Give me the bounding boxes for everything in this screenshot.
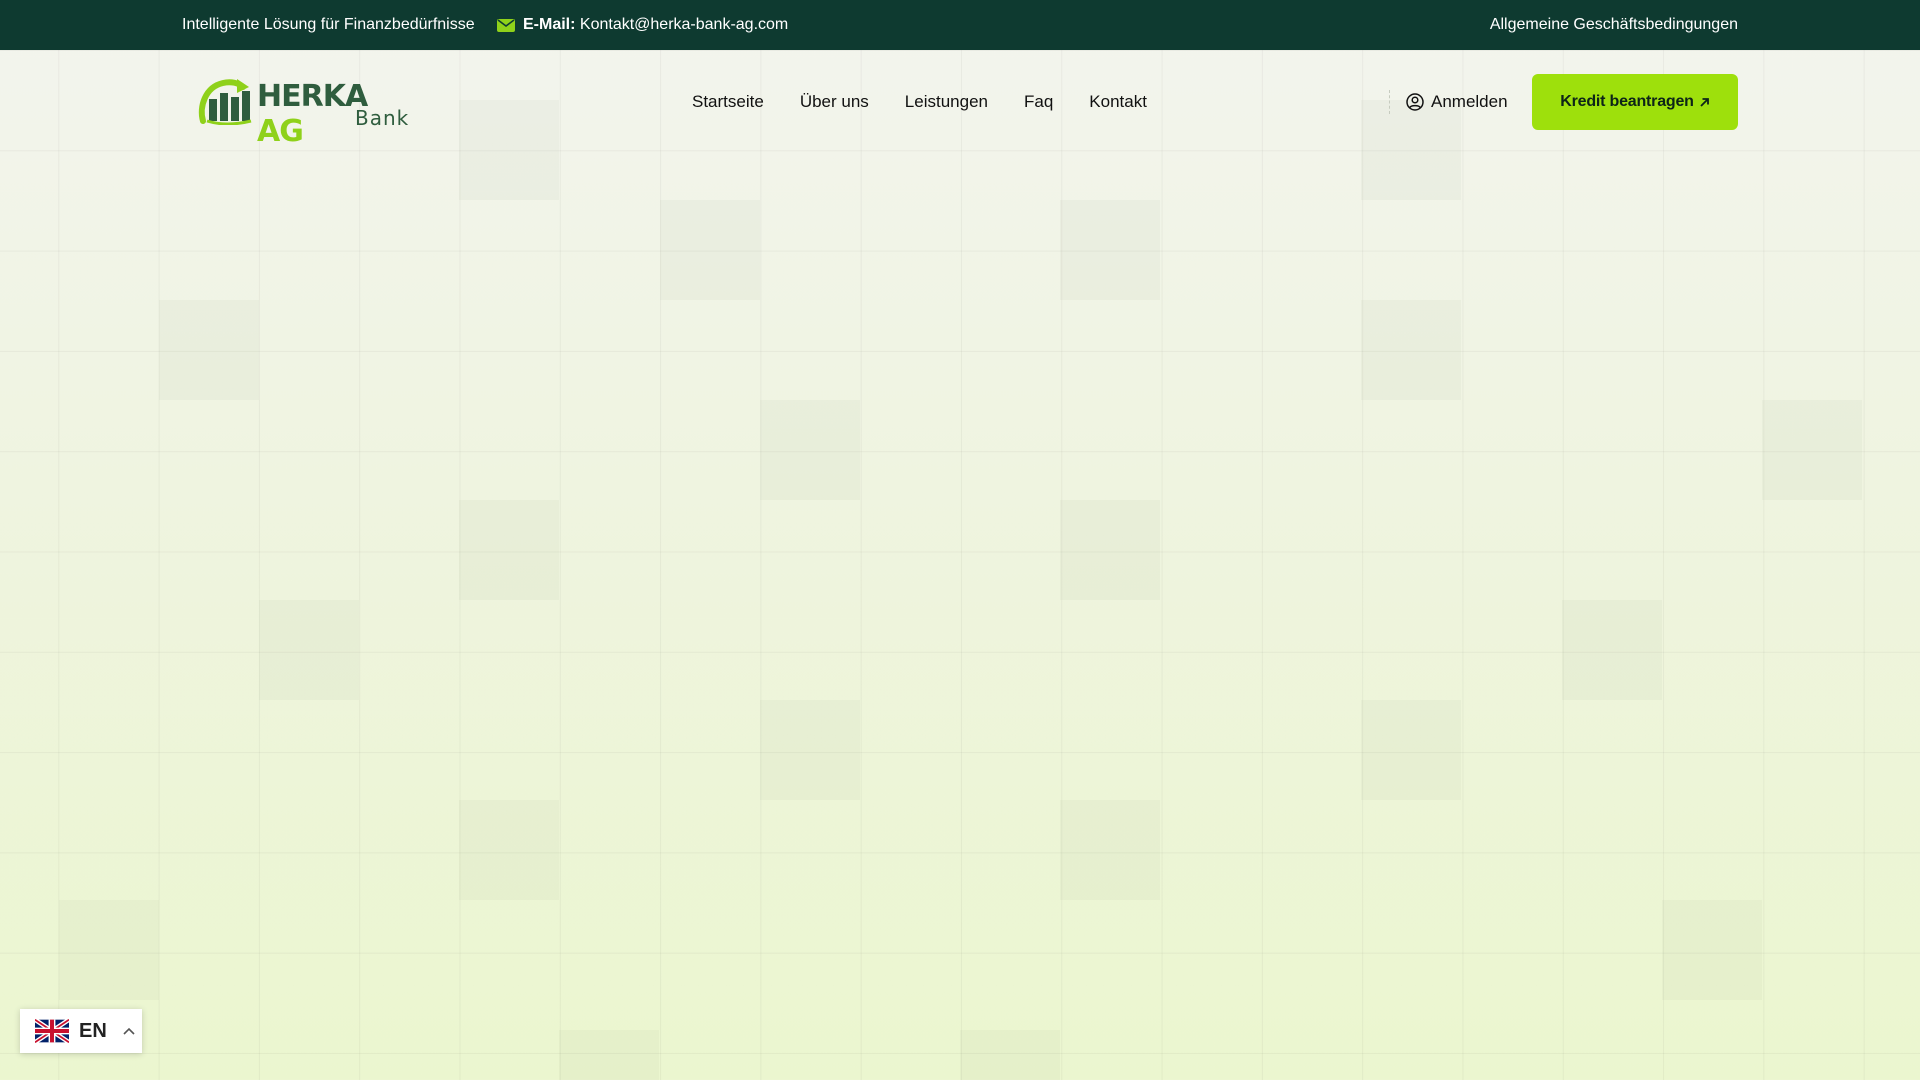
main-nav: Startseite Über uns Leistungen Faq Konta… bbox=[692, 92, 1147, 112]
email-value[interactable]: Kontakt@herka-bank-ag.com bbox=[580, 16, 788, 33]
logo-mark-icon bbox=[198, 79, 252, 125]
grid-cell bbox=[1662, 900, 1762, 1000]
nav-item-ueber-uns[interactable]: Über uns bbox=[800, 92, 869, 112]
language-code: EN bbox=[79, 1019, 107, 1042]
grid-cell bbox=[1762, 400, 1862, 500]
background-grid bbox=[0, 50, 1920, 1080]
login-link[interactable]: Anmelden bbox=[1406, 92, 1508, 112]
logo-brand-main: HERKA bbox=[257, 79, 368, 114]
uk-flag-icon bbox=[35, 1019, 69, 1043]
login-label: Anmelden bbox=[1431, 92, 1508, 111]
mail-icon bbox=[497, 18, 515, 32]
cta-label: Kredit beantragen bbox=[1560, 93, 1694, 110]
grid-cell bbox=[1361, 300, 1461, 400]
grid-cell bbox=[459, 500, 559, 600]
grid-cell bbox=[559, 1030, 659, 1080]
grid-cell bbox=[159, 300, 259, 400]
grid-cell bbox=[660, 200, 760, 300]
grid-cell bbox=[1361, 700, 1461, 800]
grid-cell bbox=[760, 400, 860, 500]
header-divider bbox=[1389, 90, 1390, 114]
grid-cell bbox=[1060, 800, 1160, 900]
grid-cell bbox=[259, 600, 359, 700]
grid-cell bbox=[760, 700, 860, 800]
arrow-up-right-icon bbox=[1700, 97, 1709, 107]
nav-item-startseite[interactable]: Startseite bbox=[692, 92, 764, 112]
logo-brand-sub: Bank bbox=[355, 106, 410, 130]
grid-cell bbox=[459, 800, 559, 900]
nav-item-leistungen[interactable]: Leistungen bbox=[905, 92, 988, 112]
grid-cell bbox=[59, 900, 159, 1000]
grid-cell bbox=[1060, 200, 1160, 300]
contact-email[interactable]: E-Mail: Kontakt@herka-bank-ag.com bbox=[497, 16, 788, 34]
top-info-bar: Intelligente Lösung für Finanzbedürfniss… bbox=[0, 0, 1920, 50]
language-switcher[interactable]: EN bbox=[20, 1009, 142, 1053]
logo-brand-accent: AG bbox=[257, 114, 304, 149]
logo[interactable]: HERKA AG Bank bbox=[197, 75, 412, 149]
nav-item-kontakt[interactable]: Kontakt bbox=[1089, 92, 1147, 112]
user-circle-icon bbox=[1406, 93, 1424, 111]
email-label: E-Mail: bbox=[523, 16, 576, 33]
grid-cell bbox=[960, 1030, 1060, 1080]
nav-item-faq[interactable]: Faq bbox=[1024, 92, 1053, 112]
grid-cell bbox=[1562, 600, 1662, 700]
terms-link[interactable]: Allgemeine Geschäftsbedingungen bbox=[1490, 16, 1738, 34]
apply-credit-button[interactable]: Kredit beantragen bbox=[1532, 74, 1738, 130]
chevron-up-icon bbox=[123, 1027, 135, 1035]
tagline: Intelligente Lösung für Finanzbedürfniss… bbox=[182, 16, 475, 33]
grid-cell bbox=[1060, 500, 1160, 600]
